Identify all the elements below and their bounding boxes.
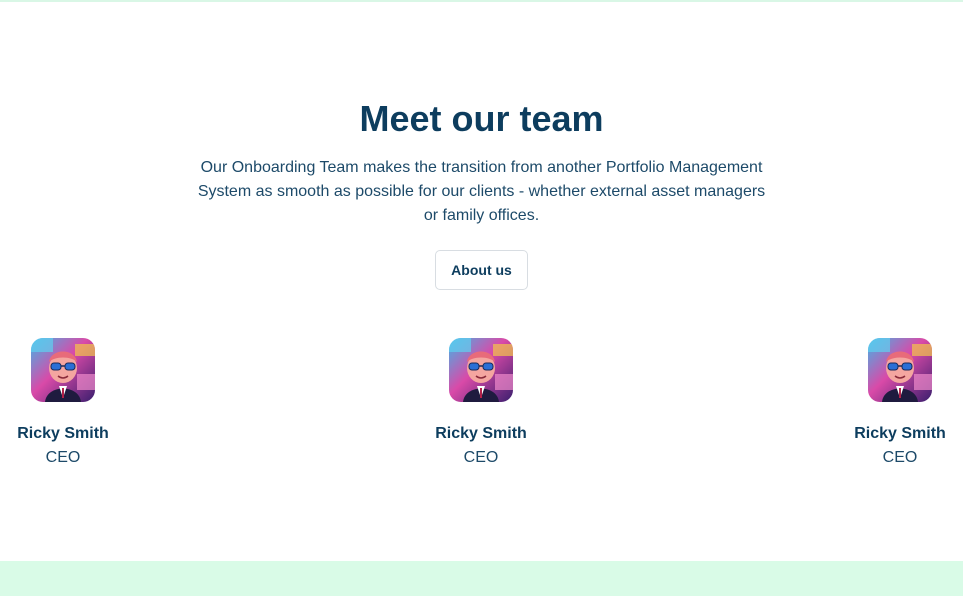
team-member-card: Ricky Smith CEO (840, 338, 960, 470)
cartoon-portrait-icon (449, 338, 513, 402)
avatar (868, 338, 932, 402)
member-role: CEO (45, 449, 81, 466)
member-name: Ricky Smith (435, 425, 527, 442)
cartoon-portrait-icon (31, 338, 95, 402)
avatar (449, 338, 513, 402)
member-role: CEO (463, 449, 499, 466)
member-name: Ricky Smith (17, 425, 109, 442)
cartoon-portrait-icon (868, 338, 932, 402)
member-role: CEO (882, 449, 918, 466)
member-name: Ricky Smith (854, 425, 946, 442)
section-description: Our Onboarding Team makes the transition… (197, 159, 766, 224)
team-section: Meet our team Our Onboarding Team makes … (0, 2, 963, 561)
team-member-card: Ricky Smith CEO (421, 338, 541, 470)
avatar (31, 338, 95, 402)
section-title: Meet our team (359, 98, 604, 139)
footer-band (0, 561, 963, 596)
team-member-card: Ricky Smith CEO (3, 338, 123, 470)
about-us-button[interactable]: About us (435, 250, 528, 290)
